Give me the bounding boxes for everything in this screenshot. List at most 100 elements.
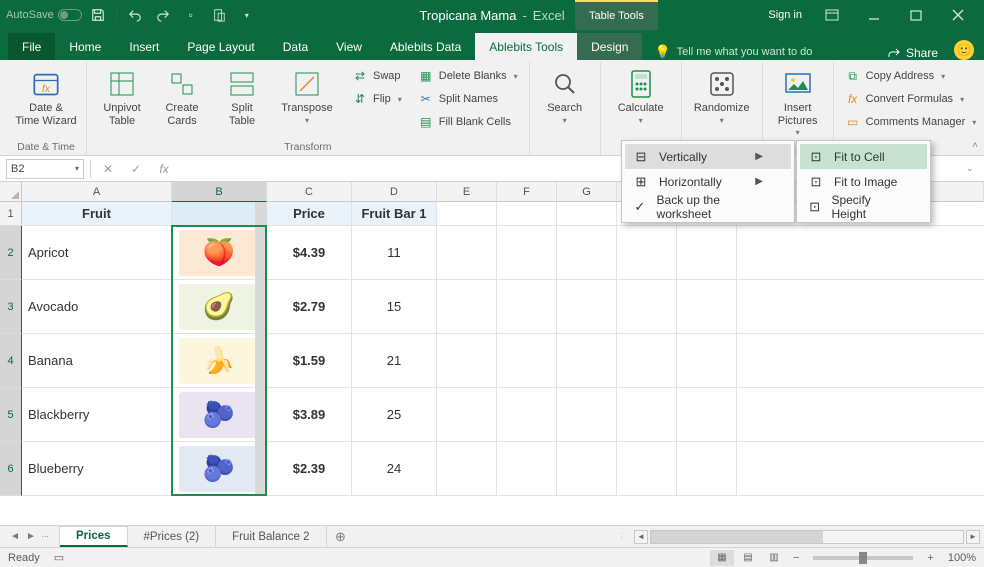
menu-item-back-up-the-worksheet[interactable]: ✓Back up the worksheet bbox=[625, 194, 791, 219]
minimize-button[interactable] bbox=[854, 0, 894, 30]
zoom-slider[interactable] bbox=[813, 556, 913, 560]
cell-image[interactable]: 🥑 bbox=[172, 280, 267, 333]
cell-price[interactable]: $4.39 bbox=[267, 226, 352, 279]
cell[interactable] bbox=[677, 388, 737, 441]
scroll-track[interactable] bbox=[650, 530, 964, 544]
unpivot-table-button[interactable]: Unpivot Table bbox=[95, 66, 149, 127]
column-header-A[interactable]: A bbox=[22, 182, 172, 202]
expand-formula-bar-button[interactable]: ⌄ bbox=[966, 163, 984, 174]
tab-home[interactable]: Home bbox=[55, 33, 115, 60]
save-button[interactable] bbox=[86, 3, 110, 27]
search-button[interactable]: Search ▾ bbox=[538, 66, 592, 125]
sheet-tab-fruit-balance-2[interactable]: Fruit Balance 2 bbox=[216, 526, 326, 547]
scroll-right-button[interactable]: ► bbox=[966, 530, 980, 544]
split-table-button[interactable]: Split Table bbox=[215, 66, 269, 127]
row-header-5[interactable]: 5 bbox=[0, 388, 22, 442]
qat-paste-icon[interactable] bbox=[207, 3, 231, 27]
cell-price[interactable]: $2.79 bbox=[267, 280, 352, 333]
sheet-nav-prev-icon[interactable]: ◄ bbox=[10, 531, 20, 542]
cell[interactable] bbox=[677, 226, 737, 279]
zoom-in-button[interactable]: + bbox=[921, 552, 939, 564]
column-header-D[interactable]: D bbox=[352, 182, 437, 202]
column-header-C[interactable]: C bbox=[267, 182, 352, 202]
column-header-B[interactable]: B bbox=[172, 182, 267, 202]
cell-bar[interactable]: 24 bbox=[352, 442, 437, 495]
scroll-thumb[interactable] bbox=[651, 531, 823, 543]
cell[interactable]: Fruit Bar 1 bbox=[352, 202, 437, 225]
fill-blank-cells-button[interactable]: ▤Fill Blank Cells bbox=[415, 112, 521, 132]
cell[interactable] bbox=[437, 442, 497, 495]
tab-data[interactable]: Data bbox=[269, 33, 322, 60]
cell[interactable] bbox=[617, 388, 677, 441]
cell[interactable] bbox=[617, 280, 677, 333]
cell-fruit[interactable]: Blueberry bbox=[22, 442, 172, 495]
cell-image[interactable]: 🍌 bbox=[172, 334, 267, 387]
tab-view[interactable]: View bbox=[322, 33, 376, 60]
spreadsheet-grid[interactable]: ABCDEFGHI 123456 FruitPriceFruit Bar 1Ap… bbox=[0, 182, 984, 525]
close-button[interactable] bbox=[938, 0, 978, 30]
date-time-wizard-button[interactable]: fx Date & Time Wizard bbox=[14, 66, 78, 127]
sheet-tab--prices-2-[interactable]: #Prices (2) bbox=[128, 526, 217, 547]
column-header-G[interactable]: G bbox=[557, 182, 617, 202]
cell[interactable] bbox=[677, 334, 737, 387]
cell[interactable] bbox=[437, 226, 497, 279]
submenu-item-fit-to-cell[interactable]: ⊡Fit to Cell bbox=[800, 144, 927, 169]
view-normal-button[interactable]: ▦ bbox=[710, 550, 734, 566]
sheet-nav-next-icon[interactable]: ► bbox=[26, 531, 36, 542]
cell[interactable] bbox=[557, 388, 617, 441]
calculate-button[interactable]: Calculate ▾ bbox=[609, 66, 673, 125]
scroll-left-button[interactable]: ◄ bbox=[634, 530, 648, 544]
tab-page-layout[interactable]: Page Layout bbox=[173, 33, 268, 60]
cell-bar[interactable]: 25 bbox=[352, 388, 437, 441]
cell[interactable] bbox=[497, 280, 557, 333]
menu-item-horizontally[interactable]: ⊞Horizontally▶ bbox=[625, 169, 791, 194]
convert-formulas-button[interactable]: fxConvert Formulas▾ bbox=[842, 89, 980, 109]
cell[interactable] bbox=[557, 280, 617, 333]
new-sheet-button[interactable]: ⊕ bbox=[327, 526, 355, 547]
view-page-break-button[interactable]: ▥ bbox=[762, 550, 786, 566]
zoom-level[interactable]: 100% bbox=[948, 552, 976, 564]
delete-blanks-button[interactable]: ▦Delete Blanks▾ bbox=[415, 66, 521, 86]
collapse-ribbon-button[interactable]: ˄ bbox=[972, 140, 978, 151]
cell[interactable]: Fruit bbox=[22, 202, 172, 225]
redo-button[interactable] bbox=[151, 3, 175, 27]
tab-insert[interactable]: Insert bbox=[115, 33, 173, 60]
cell-image[interactable]: 🫐 bbox=[172, 388, 267, 441]
cell[interactable] bbox=[497, 388, 557, 441]
flip-button[interactable]: ⇵Flip▾ bbox=[349, 89, 405, 109]
comments-manager-button[interactable]: ▭Comments Manager▾ bbox=[842, 112, 980, 132]
split-names-button[interactable]: ✂Split Names bbox=[415, 89, 521, 109]
cell[interactable] bbox=[437, 202, 497, 225]
cell-image[interactable]: 🍑 bbox=[172, 226, 267, 279]
ribbon-display-button[interactable] bbox=[812, 0, 852, 30]
horizontal-scrollbar[interactable]: ⋮ ◄ ► bbox=[614, 526, 984, 547]
cell-fruit[interactable]: Apricot bbox=[22, 226, 172, 279]
submenu-item-specify-height[interactable]: ⊡Specify Height bbox=[800, 194, 927, 219]
column-header-E[interactable]: E bbox=[437, 182, 497, 202]
swap-button[interactable]: ⇄Swap bbox=[349, 66, 405, 86]
fx-button[interactable]: fx bbox=[153, 162, 175, 176]
tab-design[interactable]: Design bbox=[577, 33, 642, 60]
cancel-formula-button[interactable]: ✕ bbox=[97, 162, 119, 176]
cell[interactable] bbox=[497, 334, 557, 387]
enter-formula-button[interactable]: ✓ bbox=[125, 162, 147, 176]
cells-area[interactable]: FruitPriceFruit Bar 1Apricot🍑$4.3911Avoc… bbox=[22, 202, 984, 525]
tab-ablebits-tools[interactable]: Ablebits Tools bbox=[475, 33, 577, 60]
cell-fruit[interactable]: Avocado bbox=[22, 280, 172, 333]
cell-price[interactable]: $3.89 bbox=[267, 388, 352, 441]
row-header-4[interactable]: 4 bbox=[0, 334, 22, 388]
cell[interactable] bbox=[437, 388, 497, 441]
cell-fruit[interactable]: Blackberry bbox=[22, 388, 172, 441]
cell[interactable] bbox=[557, 442, 617, 495]
tab-file[interactable]: File bbox=[8, 33, 55, 60]
autosave-toggle[interactable]: AutoSave bbox=[6, 9, 82, 21]
copy-address-button[interactable]: ⧉Copy Address▾ bbox=[842, 66, 980, 86]
row-header-1[interactable]: 1 bbox=[0, 202, 22, 226]
split-handle-icon[interactable]: ⋮ bbox=[618, 532, 626, 541]
menu-item-vertically[interactable]: ⊟Vertically▶ bbox=[625, 144, 791, 169]
cell[interactable] bbox=[617, 226, 677, 279]
tab-ablebits-data[interactable]: Ablebits Data bbox=[376, 33, 475, 60]
cell[interactable] bbox=[677, 280, 737, 333]
select-all-corner[interactable] bbox=[0, 182, 22, 202]
cell-bar[interactable]: 21 bbox=[352, 334, 437, 387]
